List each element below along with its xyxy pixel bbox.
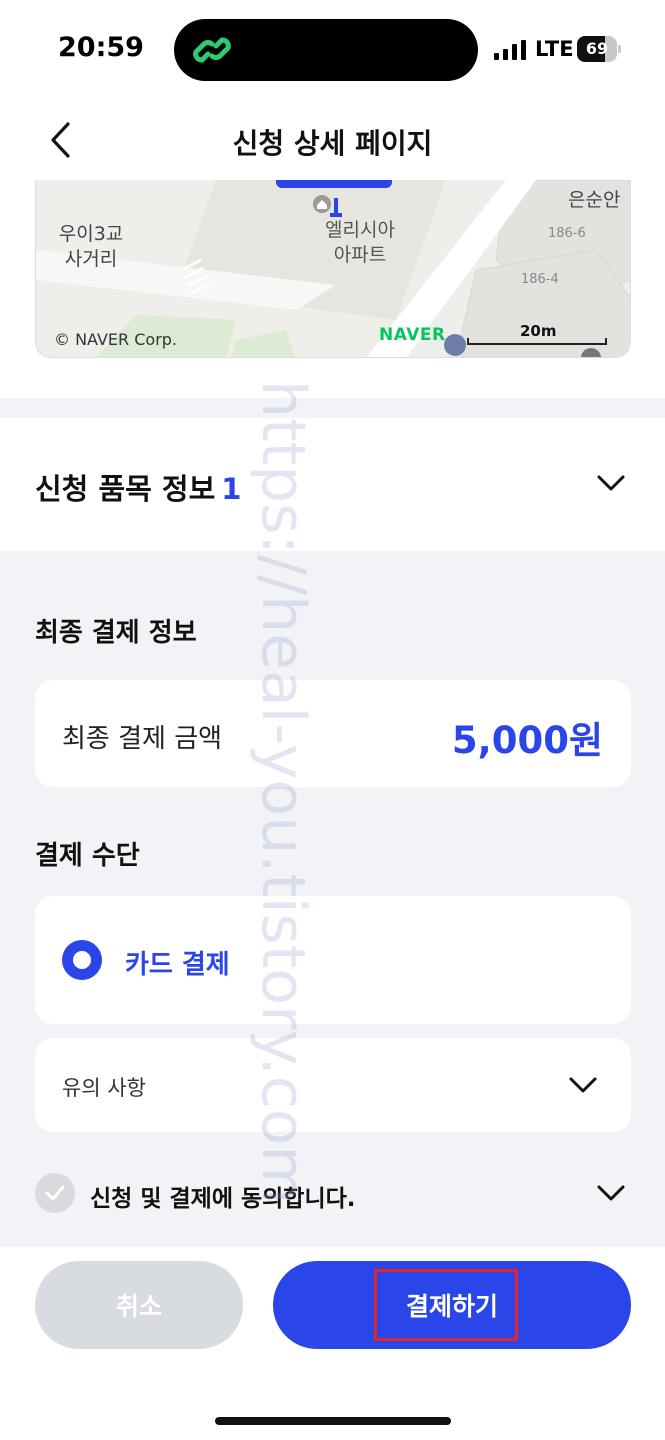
payment-method-title: 결제 수단 [35,841,140,871]
pay-button-label: 결제하기 [405,1292,498,1321]
final-payment-title: 최종 결제 정보 [35,618,197,648]
naver-logo: NAVER [379,325,446,345]
signal-icon [494,40,526,60]
card-payment-label: 카드 결제 [125,950,230,980]
section-divider [0,398,665,418]
card-payment-option[interactable]: 카드 결제 [35,896,631,1024]
map-lot-label: 186-6 [548,226,586,241]
map-copyright: © NAVER Corp. [54,330,178,349]
map-intersection-label: 우이3교 사거리 [58,223,124,270]
status-time: 20:59 [58,32,144,63]
final-amount-label: 최종 결제 금액 [62,724,223,754]
item-info-toggle[interactable]: 신청 품목 정보 1 [0,418,665,551]
payment-area: 최종 결제 정보 최종 결제 금액 5,000원 결제 수단 카드 결제 유의 … [0,551,665,1247]
home-indicator[interactable] [215,1417,451,1425]
final-amount-card: 최종 결제 금액 5,000원 [35,680,631,787]
item-info-title-text: 신청 품목 정보 [35,472,216,506]
radio-selected-icon[interactable] [62,940,102,980]
item-count: 1 [221,472,242,506]
bottom-action-bar: 취소 결제하기 [0,1247,665,1440]
chevron-down-icon[interactable] [596,1182,626,1204]
battery-icon: 69 [577,36,621,62]
chevron-down-icon [569,1077,597,1093]
status-bar: 20:59 LTE 69 [0,0,665,100]
agree-label: 신청 및 결제에 동의합니다. [90,1186,356,1212]
final-amount-value: 5,000원 [451,719,603,762]
cancel-button[interactable]: 취소 [35,1261,243,1349]
network-type: LTE [535,37,574,61]
map-poi-label: 은순안 [568,189,621,211]
notice-label: 유의 사항 [62,1076,146,1100]
page-title: 신청 상세 페이지 [232,127,433,160]
pay-button[interactable]: 결제하기 [273,1261,631,1349]
link-icon [193,37,231,63]
map-place-label: 엘리시아 아파트 [325,219,395,266]
notice-toggle[interactable]: 유의 사항 [35,1038,631,1132]
dynamic-island [174,19,478,81]
chevron-down-icon [597,475,625,491]
battery-level: 69 [585,39,609,58]
map-scale-label: 20m [520,322,557,340]
item-info-title: 신청 품목 정보 1 [35,466,241,508]
map-view[interactable]: 엘리시아 아파트 우이3교 사거리 은순안 186-6 186-4 © NAVE… [35,180,631,358]
agree-checkbox[interactable] [35,1173,75,1213]
header: 신청 상세 페이지 [0,100,665,180]
map-lot-label: 186-4 [521,272,559,287]
check-icon [45,1185,65,1201]
